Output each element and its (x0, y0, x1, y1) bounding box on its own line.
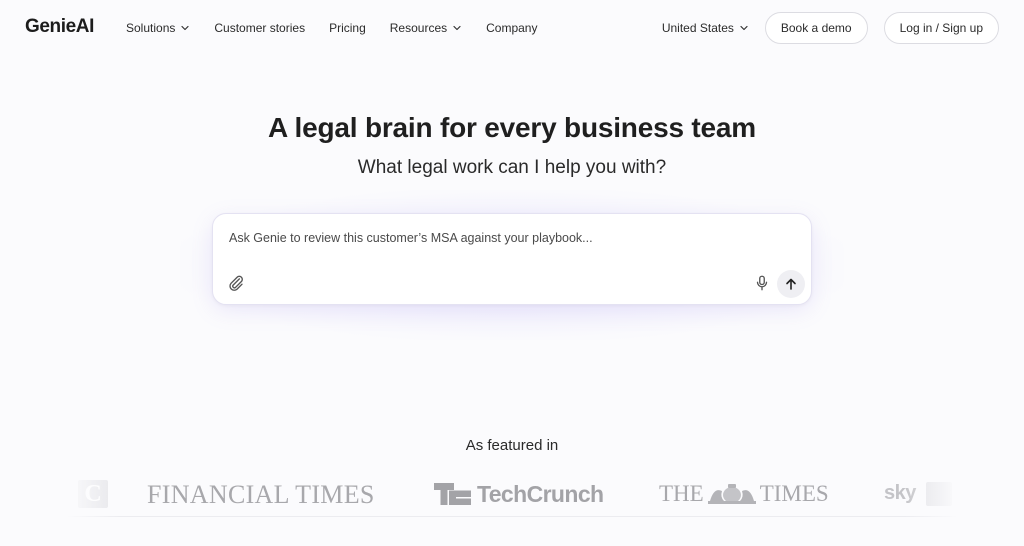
main-menu: Solutions Customer stories Pricing Resou… (126, 0, 537, 56)
hero-subheadline: What legal work can I help you with? (357, 157, 667, 178)
nav-pricing-label: Pricing (329, 21, 366, 35)
nav-company[interactable]: Company (486, 21, 537, 35)
the-times-logo: THE TIMES (659, 481, 829, 507)
press-logo-strip: C FINANCIAL TIMES TechCrunch THE TIMES (0, 470, 1024, 518)
genieai-logo[interactable]: GenieAI (25, 16, 94, 38)
logo-strip-fade-left (0, 470, 120, 518)
chevron-down-icon (453, 25, 461, 31)
chevron-down-icon (740, 25, 748, 31)
featured-in-label: As featured in (465, 437, 559, 454)
nav-customer-stories[interactable]: Customer stories (214, 21, 305, 35)
header-actions: United States Book a demo Log in / Sign … (662, 0, 999, 56)
region-selector[interactable]: United States (662, 21, 749, 35)
nav-customer-stories-label: Customer stories (214, 21, 306, 35)
the-times-left-word: THE (659, 481, 704, 506)
login-signup-button[interactable]: Log in / Sign up (883, 12, 999, 44)
page: GenieAI Solutions Customer stories Prici… (0, 0, 1024, 546)
techcrunch-wordmark: TechCrunch (477, 480, 604, 507)
the-times-right-word: TIMES (759, 481, 829, 506)
ask-genie-input[interactable] (229, 228, 789, 248)
section-divider (0, 516, 1024, 517)
nav-company-label: Company (486, 21, 538, 35)
nav-solutions-label: Solutions (126, 21, 176, 35)
top-navigation: GenieAI Solutions Customer stories Prici… (0, 0, 1024, 56)
nav-resources-label: Resources (389, 21, 448, 35)
ask-genie-box (212, 213, 812, 305)
send-button[interactable] (777, 270, 805, 298)
logo-strip-fade-right (904, 470, 1024, 518)
royal-crest-icon (707, 484, 756, 504)
microphone-icon[interactable] (753, 274, 771, 292)
nav-pricing[interactable]: Pricing (329, 21, 366, 35)
techcrunch-logo: TechCrunch (434, 480, 604, 508)
arrow-up-icon (786, 278, 796, 290)
techcrunch-tc-mark-icon (434, 483, 471, 505)
financial-times-logo: FINANCIAL TIMES (147, 480, 375, 509)
book-demo-button[interactable]: Book a demo (764, 12, 868, 44)
hero-headline: A legal brain for every business team (268, 112, 756, 143)
nav-resources[interactable]: Resources (390, 21, 462, 35)
region-selector-label: United States (661, 21, 734, 35)
chevron-down-icon (181, 25, 189, 31)
nav-solutions[interactable]: Solutions (126, 21, 190, 35)
paperclip-icon[interactable] (227, 274, 245, 292)
